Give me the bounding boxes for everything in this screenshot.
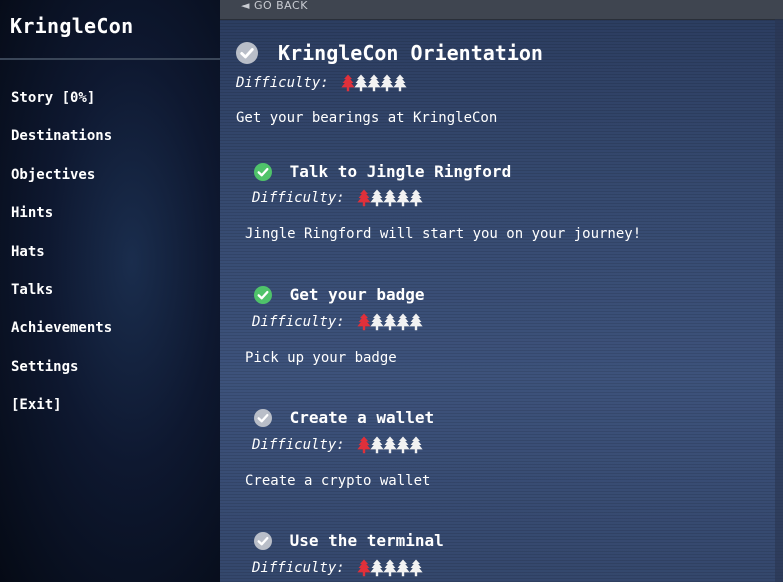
difficulty-label: Difficulty: — [252, 190, 345, 206]
task-description: Jingle Ringford will start you on your j… — [245, 226, 642, 242]
task-title-text: Use the terminal — [289, 531, 444, 550]
task-title: Talk to Jingle Ringford — [254, 161, 511, 181]
task-difficulty: Difficulty: — [252, 313, 423, 331]
sidebar-item-talks[interactable]: Talks — [11, 280, 112, 318]
tree-icon-active — [357, 313, 371, 331]
logo-divider — [0, 58, 220, 60]
task-difficulty: Difficulty: — [252, 436, 423, 454]
tree-icon — [383, 313, 397, 331]
tree-icon — [370, 436, 384, 454]
tree-icon — [396, 559, 410, 577]
objectives-panel: ◄ GO BACK KringleCon Orientation Difficu… — [220, 0, 783, 582]
tree-icon — [396, 436, 410, 454]
check-circle-icon — [236, 41, 258, 64]
tree-icon — [409, 313, 423, 331]
sidebar-item-settings[interactable]: Settings — [11, 357, 112, 395]
sidebar: KringleCon Story [0%] Destinations Objec… — [0, 0, 220, 582]
task-title-text: Talk to Jingle Ringford — [289, 162, 512, 181]
task-title: Use the terminal — [254, 530, 444, 550]
objective-title: KringleCon Orientation — [236, 39, 543, 65]
sidebar-item-hats[interactable]: Hats — [11, 242, 112, 280]
difficulty-rating — [341, 74, 407, 92]
tree-icon — [409, 436, 423, 454]
task-description: Pick up your badge — [245, 350, 397, 366]
task-description: Create a crypto wallet — [245, 473, 431, 489]
tree-icon — [367, 74, 381, 92]
tree-icon — [370, 189, 384, 207]
sidebar-item-hints[interactable]: Hints — [11, 203, 112, 241]
tree-icon — [370, 559, 384, 577]
task-title-text: Get your badge — [289, 285, 425, 304]
task-difficulty: Difficulty: — [252, 559, 423, 577]
tree-icon — [383, 189, 397, 207]
difficulty-rating — [357, 559, 423, 577]
sidebar-item-exit[interactable]: [Exit] — [11, 395, 112, 433]
sidebar-item-story[interactable]: Story [0%] — [11, 88, 112, 126]
objective-description: Get your bearings at KringleCon — [236, 110, 498, 126]
sidebar-nav: Story [0%] Destinations Objectives Hints… — [11, 88, 112, 434]
go-back-button[interactable]: ◄ GO BACK — [241, 0, 308, 12]
top-bar: ◄ GO BACK — [220, 0, 783, 20]
objective-difficulty: Difficulty: — [236, 74, 407, 92]
sidebar-item-objectives[interactable]: Objectives — [11, 165, 112, 203]
task-title: Get your badge — [254, 284, 425, 304]
task-difficulty: Difficulty: — [252, 189, 423, 207]
tree-icon-active — [357, 559, 371, 577]
difficulty-label: Difficulty: — [236, 75, 329, 91]
task-title-text: Create a wallet — [289, 408, 435, 427]
tree-icon — [393, 74, 407, 92]
tree-icon — [383, 559, 397, 577]
tree-icon — [354, 74, 368, 92]
difficulty-label: Difficulty: — [252, 314, 345, 330]
difficulty-label: Difficulty: — [252, 560, 345, 576]
check-circle-icon — [254, 285, 272, 304]
app-logo: KringleCon — [10, 14, 134, 38]
difficulty-rating — [357, 189, 423, 207]
difficulty-rating — [357, 313, 423, 331]
check-circle-icon — [254, 531, 272, 550]
tree-icon-active — [357, 436, 371, 454]
scrollbar[interactable] — [775, 19, 783, 582]
check-circle-icon — [254, 408, 272, 427]
tree-icon — [380, 74, 394, 92]
task-title: Create a wallet — [254, 407, 434, 427]
check-circle-icon — [254, 162, 272, 181]
difficulty-rating — [357, 436, 423, 454]
tree-icon — [370, 313, 384, 331]
tree-icon — [396, 189, 410, 207]
tree-icon — [383, 436, 397, 454]
tree-icon — [409, 189, 423, 207]
sidebar-item-destinations[interactable]: Destinations — [11, 126, 112, 164]
tree-icon — [396, 313, 410, 331]
tree-icon-active — [357, 189, 371, 207]
sidebar-item-achievements[interactable]: Achievements — [11, 318, 112, 356]
objective-title-text: KringleCon Orientation — [278, 40, 543, 65]
tree-icon — [409, 559, 423, 577]
tree-icon-active — [341, 74, 355, 92]
difficulty-label: Difficulty: — [252, 437, 345, 453]
